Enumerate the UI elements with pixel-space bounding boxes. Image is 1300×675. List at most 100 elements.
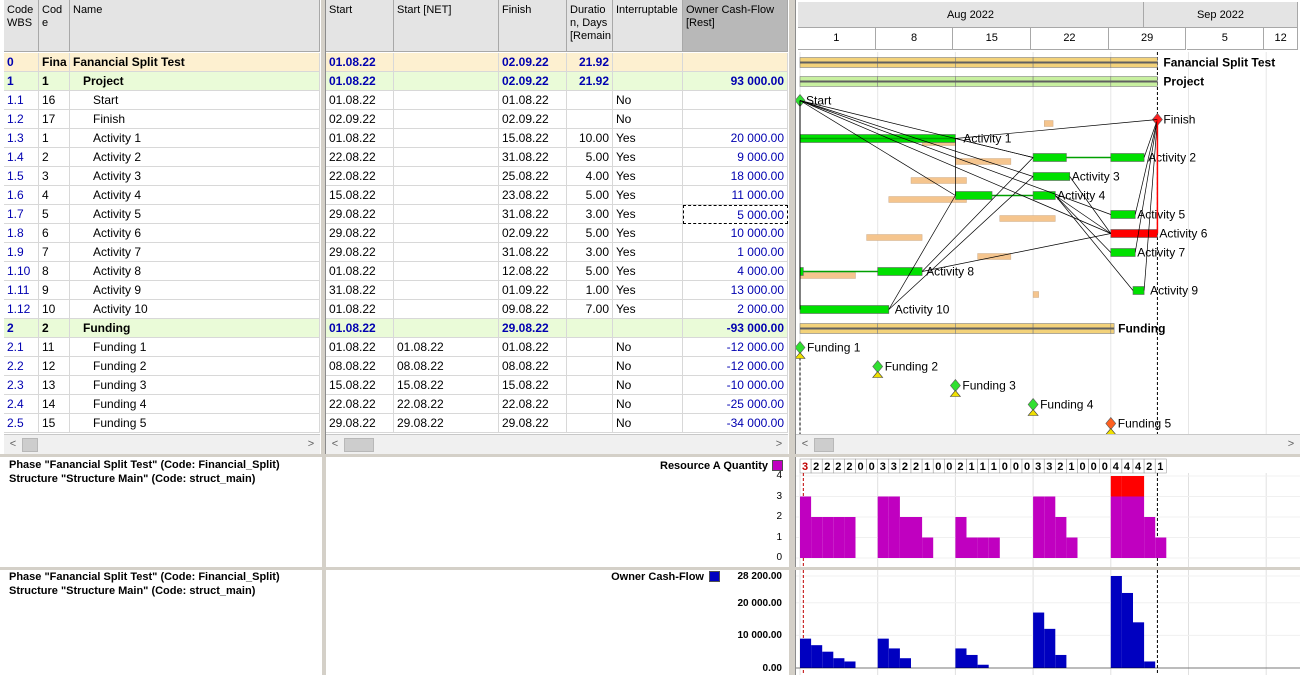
cell-wbs[interactable]: 2.5 xyxy=(4,414,39,433)
cell-code[interactable]: 15 xyxy=(39,414,70,433)
cell-code[interactable]: 14 xyxy=(39,395,70,414)
cell-wbs[interactable]: 2.4 xyxy=(4,395,39,414)
cell-wbs[interactable]: 1.6 xyxy=(4,186,39,205)
cell-duration[interactable] xyxy=(567,376,613,395)
cell-code[interactable]: Fina xyxy=(39,53,70,72)
table-row[interactable]: 1.4 2 Activity 2 xyxy=(4,148,320,167)
cell-code[interactable]: 10 xyxy=(39,300,70,319)
table-row[interactable]: 2.1 11 Funding 1 xyxy=(4,338,320,357)
cell-interruptable[interactable]: Yes xyxy=(613,300,683,319)
table-row[interactable]: 01.08.22 02.09.22 21.92 xyxy=(326,53,788,72)
cell-duration[interactable]: 5.00 xyxy=(567,186,613,205)
cell-wbs[interactable]: 1.1 xyxy=(4,91,39,110)
cell-cashflow[interactable] xyxy=(683,91,788,110)
table-row[interactable]: 2.4 14 Funding 4 xyxy=(4,395,320,414)
cell-wbs[interactable]: 1.7 xyxy=(4,205,39,224)
table-row[interactable]: 1.3 1 Activity 1 xyxy=(4,129,320,148)
cell-start[interactable]: 22.08.22 xyxy=(326,148,394,167)
cell-interruptable[interactable]: No xyxy=(613,110,683,129)
table-row[interactable]: 2.3 13 Funding 3 xyxy=(4,376,320,395)
cell-finish[interactable]: 01.09.22 xyxy=(499,281,567,300)
cell-start-net[interactable]: 22.08.22 xyxy=(394,395,499,414)
cell-duration[interactable]: 21.92 xyxy=(567,53,613,72)
cell-finish[interactable]: 12.08.22 xyxy=(499,262,567,281)
cell-cashflow[interactable]: -93 000.00 xyxy=(683,319,788,338)
cell-duration[interactable] xyxy=(567,91,613,110)
cell-interruptable[interactable] xyxy=(613,72,683,91)
cell-start-net[interactable] xyxy=(394,167,499,186)
cell-finish[interactable]: 31.08.22 xyxy=(499,148,567,167)
cell-duration[interactable]: 3.00 xyxy=(567,243,613,262)
cell-start[interactable]: 29.08.22 xyxy=(326,205,394,224)
cell-finish[interactable]: 29.08.22 xyxy=(499,319,567,338)
cell-code[interactable]: 3 xyxy=(39,167,70,186)
cell-start[interactable]: 01.08.22 xyxy=(326,262,394,281)
cell-finish[interactable]: 15.08.22 xyxy=(499,129,567,148)
cell-code[interactable]: 12 xyxy=(39,357,70,376)
cell-start[interactable]: 31.08.22 xyxy=(326,281,394,300)
cell-interruptable[interactable]: Yes xyxy=(613,129,683,148)
cell-start[interactable]: 15.08.22 xyxy=(326,186,394,205)
scroll-left-arrow-icon[interactable]: < xyxy=(798,437,812,451)
table-row[interactable]: 1.7 5 Activity 5 xyxy=(4,205,320,224)
cell-start-net[interactable] xyxy=(394,148,499,167)
cell-name[interactable]: Activity 10 xyxy=(70,300,320,319)
cell-duration[interactable] xyxy=(567,395,613,414)
cell-start-net[interactable]: 08.08.22 xyxy=(394,357,499,376)
col-header-name[interactable]: Name xyxy=(70,0,320,52)
scroll-thumb[interactable] xyxy=(22,438,38,452)
cell-name[interactable]: Activity 9 xyxy=(70,281,320,300)
cell-name[interactable]: Finish xyxy=(70,110,320,129)
cell-cashflow[interactable]: 5 000.00 xyxy=(683,205,788,224)
cell-cashflow[interactable]: -12 000.00 xyxy=(683,357,788,376)
scroll-left-arrow-icon[interactable]: < xyxy=(6,437,20,451)
cell-start-net[interactable] xyxy=(394,243,499,262)
cell-finish[interactable]: 31.08.22 xyxy=(499,243,567,262)
cell-interruptable[interactable]: Yes xyxy=(613,224,683,243)
cell-name[interactable]: Funding 4 xyxy=(70,395,320,414)
table-row[interactable]: 01.08.22 02.09.22 21.92 93 000.00 xyxy=(326,72,788,91)
table-row[interactable]: 2.2 12 Funding 2 xyxy=(4,357,320,376)
cell-duration[interactable] xyxy=(567,357,613,376)
cell-cashflow[interactable]: 10 000.00 xyxy=(683,224,788,243)
table-row[interactable]: 1.2 17 Finish xyxy=(4,110,320,129)
cell-finish[interactable]: 25.08.22 xyxy=(499,167,567,186)
cell-code[interactable]: 6 xyxy=(39,224,70,243)
cell-finish[interactable]: 02.09.22 xyxy=(499,224,567,243)
cell-cashflow[interactable]: 1 000.00 xyxy=(683,243,788,262)
cell-start-net[interactable] xyxy=(394,53,499,72)
table-row[interactable]: 1 1 Project xyxy=(4,72,320,91)
cell-wbs[interactable]: 2.2 xyxy=(4,357,39,376)
cell-cashflow[interactable]: -25 000.00 xyxy=(683,395,788,414)
table-row[interactable]: 0 Fina Fanancial Split Test xyxy=(4,53,320,72)
cell-name[interactable]: Fanancial Split Test xyxy=(70,53,320,72)
cell-start-net[interactable] xyxy=(394,300,499,319)
col-header-interruptable[interactable]: Interruptable xyxy=(613,0,683,52)
cell-duration[interactable]: 7.00 xyxy=(567,300,613,319)
cell-code[interactable]: 2 xyxy=(39,148,70,167)
cell-wbs[interactable]: 1.5 xyxy=(4,167,39,186)
cell-cashflow[interactable]: 2 000.00 xyxy=(683,300,788,319)
cell-cashflow[interactable] xyxy=(683,53,788,72)
cell-interruptable[interactable]: No xyxy=(613,357,683,376)
cell-interruptable[interactable]: No xyxy=(613,91,683,110)
table-row[interactable]: 1.11 9 Activity 9 xyxy=(4,281,320,300)
cell-cashflow[interactable]: 13 000.00 xyxy=(683,281,788,300)
cell-interruptable[interactable]: Yes xyxy=(613,243,683,262)
cell-duration[interactable]: 1.00 xyxy=(567,281,613,300)
cell-wbs[interactable]: 1 xyxy=(4,72,39,91)
cell-code[interactable]: 13 xyxy=(39,376,70,395)
table-row[interactable]: 29.08.22 29.08.22 29.08.22 No -34 000.00 xyxy=(326,414,788,433)
cell-duration[interactable]: 3.00 xyxy=(567,205,613,224)
cell-start[interactable]: 08.08.22 xyxy=(326,357,394,376)
cell-cashflow[interactable]: 18 000.00 xyxy=(683,167,788,186)
cell-start[interactable]: 22.08.22 xyxy=(326,167,394,186)
cell-cashflow[interactable]: 20 000.00 xyxy=(683,129,788,148)
cell-duration[interactable]: 5.00 xyxy=(567,148,613,167)
cell-start-net[interactable] xyxy=(394,91,499,110)
cell-duration[interactable]: 4.00 xyxy=(567,167,613,186)
table-row[interactable]: 08.08.22 08.08.22 08.08.22 No -12 000.00 xyxy=(326,357,788,376)
cell-name[interactable]: Activity 8 xyxy=(70,262,320,281)
cell-duration[interactable]: 5.00 xyxy=(567,262,613,281)
cell-start-net[interactable] xyxy=(394,319,499,338)
